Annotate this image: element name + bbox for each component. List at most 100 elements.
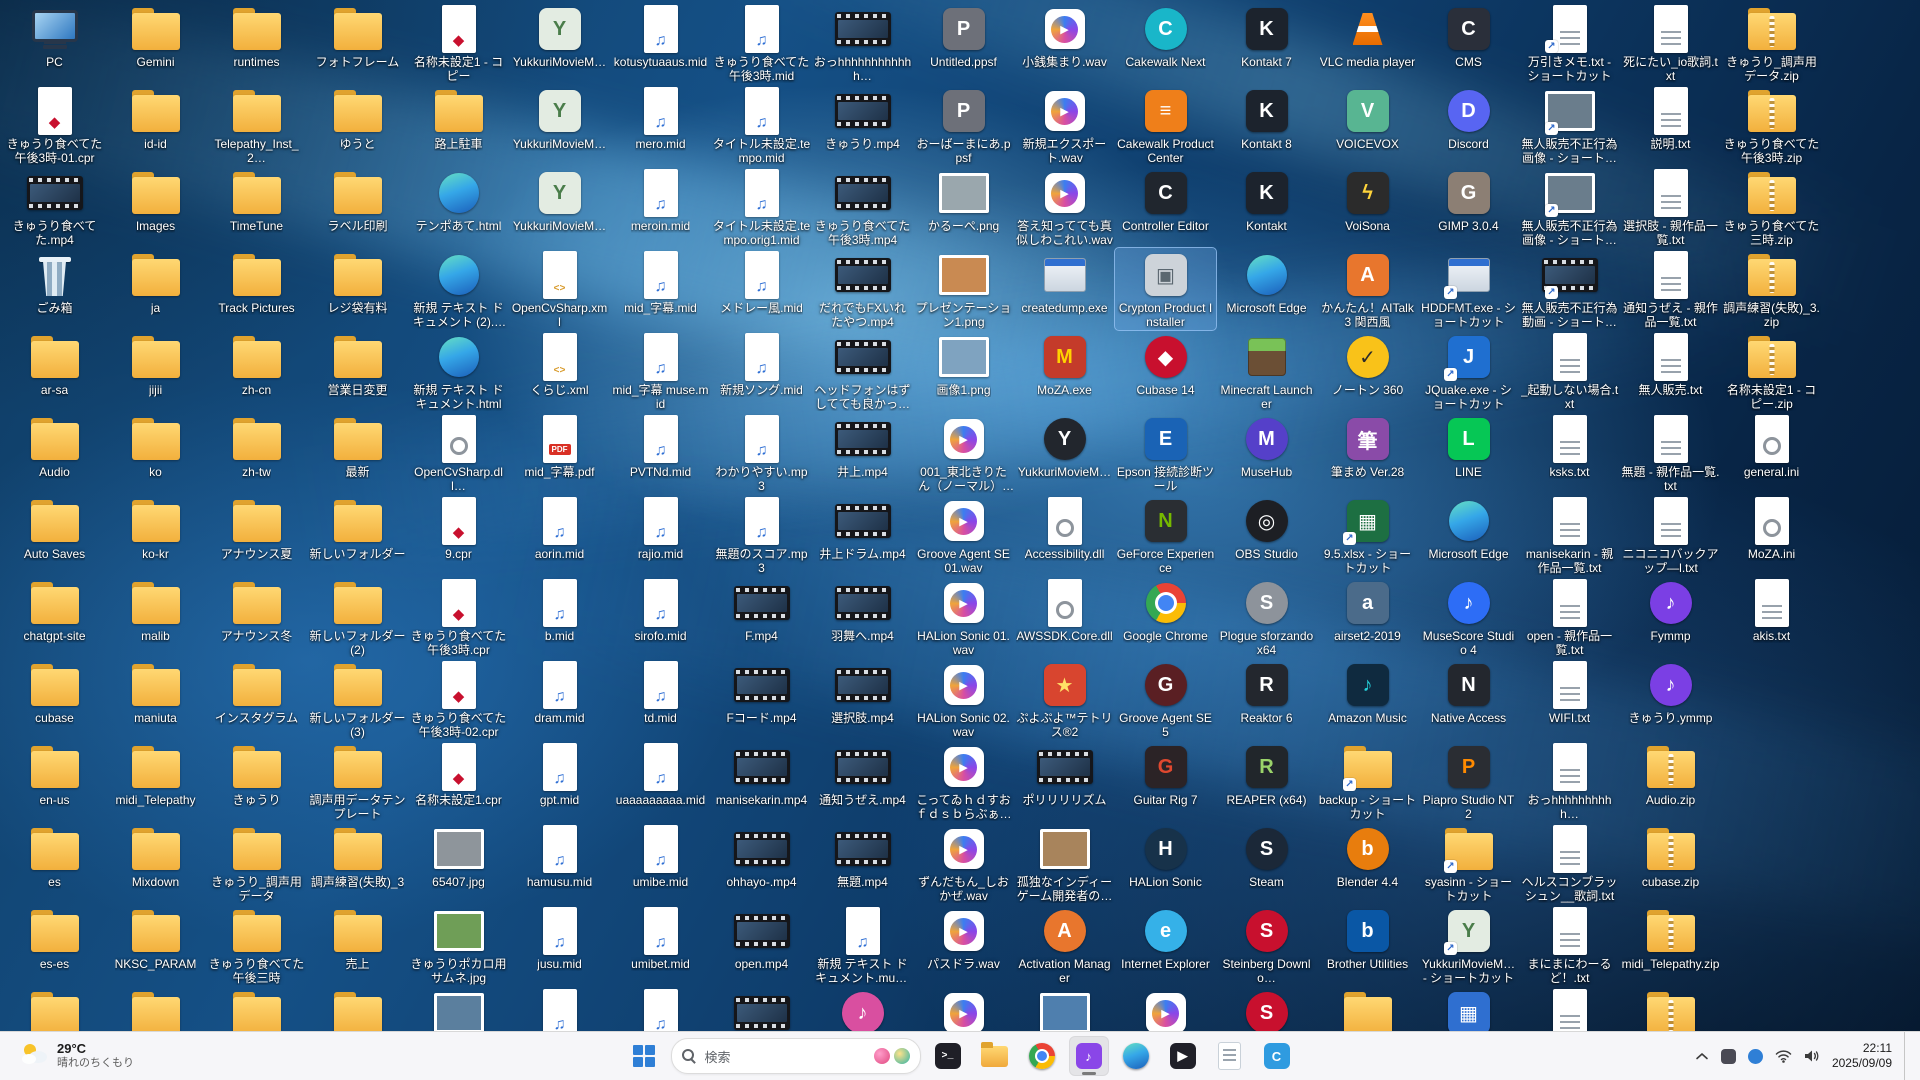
desktop-icon[interactable]: manisekarin.mp4 [711, 740, 812, 822]
desktop-icon[interactable]: 名称未設定1 - コピー.zip [1721, 330, 1822, 412]
desktop-icon[interactable]: AWSSDK.Core.dll [1014, 576, 1115, 658]
desktop-icon[interactable]: zh-tw [206, 412, 307, 494]
desktop-icon[interactable]: P おーばーまにあ.ppsf [913, 84, 1014, 166]
desktop-icon[interactable]: ♫ 無題のスコア.mp3 [711, 494, 812, 576]
desktop-icon[interactable]: 画像1.png [913, 330, 1014, 412]
desktop-icon[interactable]: TimeTune [206, 166, 307, 248]
desktop-icon[interactable]: ♫ メドレー風.mid [711, 248, 812, 330]
desktop-icon[interactable]: ko-kr [105, 494, 206, 576]
desktop-icon[interactable]: ▶ HALion Sonic 01.wav [913, 576, 1014, 658]
start-button[interactable] [624, 1036, 664, 1076]
desktop-icon[interactable]: 調声練習(失敗)_3.zip [1721, 248, 1822, 330]
pinned-edge[interactable] [1116, 1036, 1156, 1076]
desktop-icon[interactable]: アナウンス冬 [206, 576, 307, 658]
desktop-icon[interactable]: ▶ ずんだもん_しおかぜ.wav [913, 822, 1014, 904]
desktop-icon[interactable]: 筆筆まめ Ver.28 [1317, 412, 1418, 494]
desktop-icon[interactable]: フォトフレーム [307, 2, 408, 84]
desktop-icon[interactable]: きゅうり食べてた三時.zip [1721, 166, 1822, 248]
desktop-icon[interactable]: 羽舞へ.mp4 [812, 576, 913, 658]
desktop-icon[interactable]: ♪ Amazon Music [1317, 658, 1418, 740]
desktop-icon[interactable]: ohhayo-.mp4 [711, 822, 812, 904]
desktop-icon[interactable]: ♫新規 テキスト ドキュメント.musicxml [812, 904, 913, 986]
desktop-icon[interactable]: S Steinberg Downlo… [1216, 904, 1317, 986]
desktop-icon[interactable]: Auto Saves [4, 494, 105, 576]
desktop-icon[interactable]: ♪ きゅうり.ymmp [1620, 658, 1721, 740]
desktop-icon[interactable]: open.mp4 [711, 904, 812, 986]
tray-chevron-up-icon[interactable] [1695, 1052, 1709, 1061]
search-highlights-icon[interactable] [873, 1048, 910, 1064]
desktop-icon[interactable]: e Internet Explorer [1115, 904, 1216, 986]
desktop-icon[interactable]: ▶ Groove Agent SE 01.wav [913, 494, 1014, 576]
desktop-icon[interactable]: ♪ [812, 986, 913, 1032]
desktop-icon[interactable]: ▶ 小銭集まり.wav [1014, 2, 1115, 84]
desktop-icon[interactable]: A かんたん！AITalk 3 関西風 [1317, 248, 1418, 330]
desktop-icon[interactable]: ◆ 名称未設定1 - コピー [408, 2, 509, 84]
desktop-icon[interactable]: ✓ ノートン 360 [1317, 330, 1418, 412]
desktop-icon[interactable]: 新規 テキスト ドキュメント (2).html [408, 248, 509, 330]
desktop-icon[interactable]: まにまにわーるど！.txt [1519, 904, 1620, 986]
desktop-icon[interactable]: ゆうと [307, 84, 408, 166]
desktop-icon[interactable]: C CMS [1418, 2, 1519, 84]
desktop-icon[interactable]: Microsoft Edge [1418, 494, 1519, 576]
desktop-icon[interactable]: ♫ uaaaaaaaaa.mid [610, 740, 711, 822]
desktop-icon[interactable]: テンポあて.html [408, 166, 509, 248]
desktop-icon[interactable]: ♪ MuseScore Studio 4 [1418, 576, 1519, 658]
desktop-icon[interactable]: きゅうり食べてた.mp4 [4, 166, 105, 248]
desktop-icon[interactable]: Track Pictures [206, 248, 307, 330]
desktop-icon[interactable]: ↗ backup - ショートカット [1317, 740, 1418, 822]
desktop-icon[interactable]: es-es [4, 904, 105, 986]
desktop-icon[interactable]: maniuta [105, 658, 206, 740]
desktop-icon[interactable]: きゅうり_調声用データ [206, 822, 307, 904]
desktop-icon[interactable]: es [4, 822, 105, 904]
desktop-icon[interactable]: zh-cn [206, 330, 307, 412]
tray-app-blue-icon[interactable] [1747, 1048, 1763, 1064]
desktop-icon[interactable]: S Plogue sforzando x64 [1216, 576, 1317, 658]
desktop-icon[interactable]: <> OpenCvSharp.xml [509, 248, 610, 330]
desktop-icon[interactable]: アナウンス夏 [206, 494, 307, 576]
desktop-icon[interactable]: N Native Access [1418, 658, 1519, 740]
desktop-icon[interactable]: NKSC_PARAM [105, 904, 206, 986]
desktop-icon[interactable]: 新規 テキスト ドキュメント.html [408, 330, 509, 412]
desktop-icon[interactable] [4, 986, 105, 1032]
desktop-icon[interactable]: ▶ パスドラ.wav [913, 904, 1014, 986]
desktop-icon[interactable]: Y YukkuriMovieM… [1014, 412, 1115, 494]
desktop-icon[interactable]: K Kontakt 7 [1216, 2, 1317, 84]
desktop-icon[interactable]: E Epson 接続診断ツール [1115, 412, 1216, 494]
desktop-icon[interactable]: ksks.txt [1519, 412, 1620, 494]
desktop-icon[interactable]: chatgpt-site [4, 576, 105, 658]
desktop-icon[interactable]: midi_Telepathy [105, 740, 206, 822]
desktop-icon[interactable]: cubase [4, 658, 105, 740]
desktop-icon[interactable]: ▣ Crypton Product Installer [1114, 247, 1217, 331]
desktop-icon[interactable]: ♫ kotusytuaaus.mid [610, 2, 711, 84]
desktop-icon[interactable]: C Controller Editor [1115, 166, 1216, 248]
desktop-icon[interactable]: Images [105, 166, 206, 248]
pinned-music-app[interactable]: ♪ [1068, 1036, 1109, 1076]
desktop-icon[interactable]: ♫ rajio.mid [610, 494, 711, 576]
desktop-icon[interactable]: ◆ 9.cpr [408, 494, 509, 576]
desktop-icon[interactable]: Mixdown [105, 822, 206, 904]
desktop-icon[interactable]: ごみ箱 [4, 248, 105, 330]
desktop-icon[interactable]: 死にたい_io歌詞.txt [1620, 2, 1721, 84]
desktop-icon[interactable]: S [1216, 986, 1317, 1032]
desktop-icon[interactable] [307, 986, 408, 1032]
desktop-icon[interactable]: ♫ PVTNd.mid [610, 412, 711, 494]
desktop-icon[interactable]: ニコニコバックアップ—l.txt [1620, 494, 1721, 576]
desktop-icon[interactable]: 売上 [307, 904, 408, 986]
desktop-icon[interactable]: M MoZA.exe [1014, 330, 1115, 412]
desktop-icon[interactable]: N GeForce Experience [1115, 494, 1216, 576]
desktop-icon[interactable]: P Piapro Studio NT2 [1418, 740, 1519, 822]
desktop-icon[interactable]: ♫ わかりやすい.mp3 [711, 412, 812, 494]
desktop-icon[interactable] [105, 986, 206, 1032]
desktop-icon[interactable]: jijii [105, 330, 206, 412]
desktop-icon[interactable]: H HALion Sonic [1115, 822, 1216, 904]
desktop-icon[interactable] [1317, 986, 1418, 1032]
desktop-icon[interactable]: ♫ umibe.mid [610, 822, 711, 904]
wifi-icon[interactable] [1775, 1049, 1792, 1063]
desktop-icon[interactable]: きゅうり食べてた午後三時 [206, 904, 307, 986]
desktop-icon[interactable]: 調声用データテンプレート [307, 740, 408, 822]
desktop-icon[interactable]: きゅうり.mp4 [812, 84, 913, 166]
desktop-icon[interactable]: ↗ 無人販売不正行為動画 - ショートカット [1519, 248, 1620, 330]
desktop-icon[interactable]: K Kontakt 8 [1216, 84, 1317, 166]
desktop-icon[interactable]: a airset2-2019 [1317, 576, 1418, 658]
desktop-icon[interactable]: 65407.jpg [408, 822, 509, 904]
